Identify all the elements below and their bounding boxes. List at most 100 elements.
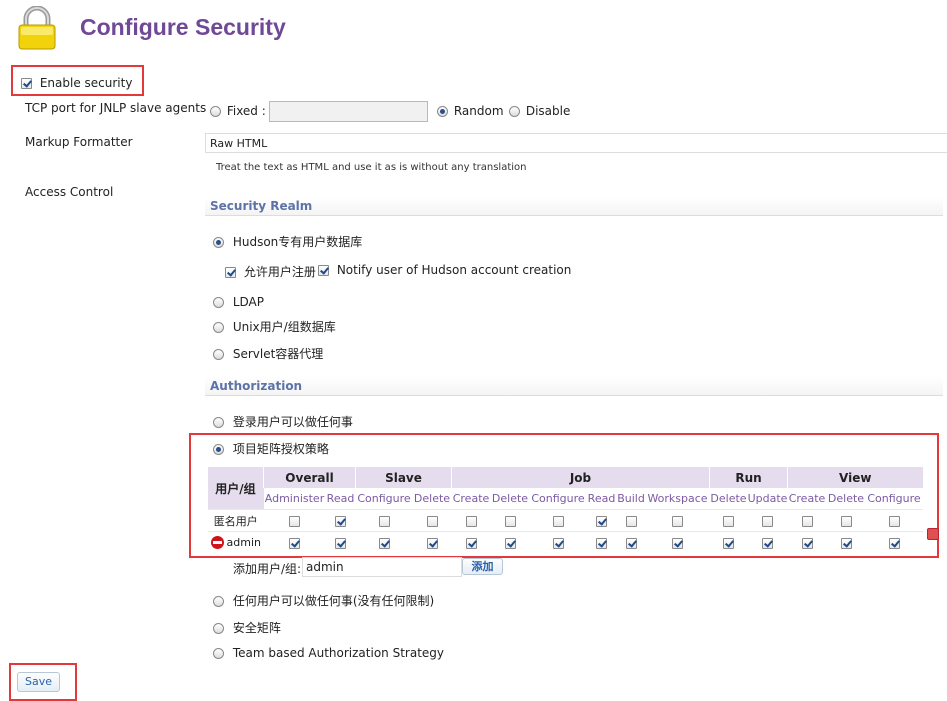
markup-formatter-description: Treat the text as HTML and use it as is … [216,162,527,173]
realm-servlet-label: Servlet容器代理 [232,347,324,361]
permission-cell [865,531,923,553]
permission-checkbox[interactable] [888,515,900,527]
permission-checkbox[interactable] [378,515,390,527]
tcp-disable-radio[interactable] [509,106,520,117]
enable-security-checkbox[interactable] [21,78,32,89]
save-button[interactable]: Save [17,672,60,692]
auth-security-matrix-radio[interactable] [213,623,224,634]
realm-servlet-radio[interactable] [213,349,224,360]
notify-user-checkbox[interactable] [318,265,329,276]
permission-checkbox[interactable] [888,537,900,549]
notify-user-option[interactable]: Notify user of Hudson account creation [318,263,571,277]
auth-option-logged-in[interactable]: 登录用户可以做任何事 [213,413,353,430]
allow-signup-option[interactable]: 允许用户注册 [225,263,316,280]
tcp-port-label: TCP port for JNLP slave agents [25,101,207,115]
permission-cell [826,509,866,532]
permission-cell [709,531,748,553]
realm-ldap-radio[interactable] [213,297,224,308]
group-overall: Overall [263,467,356,488]
permission-cell [451,509,491,532]
tcp-random-radio[interactable] [437,106,448,117]
realm-unix-radio[interactable] [213,322,224,333]
permission-checkbox[interactable] [465,515,477,527]
permission-checkbox[interactable] [465,537,477,549]
perm-header: Read [325,488,356,510]
auth-team-based-radio[interactable] [213,648,224,659]
matrix-row-name: 匿名用户 [208,509,264,532]
permission-cell [412,531,452,553]
realm-option-unix[interactable]: Unix用户/组数据库 [213,318,336,335]
realm-option-ldap[interactable]: LDAP [213,295,264,309]
auth-option-anyone[interactable]: 任何用户可以做任何事(没有任何限制) [213,592,434,609]
realm-option-servlet[interactable]: Servlet容器代理 [213,345,323,362]
auth-option-team-based[interactable]: Team based Authorization Strategy [213,646,444,660]
permission-checkbox[interactable] [426,537,438,549]
delete-row-icon[interactable] [927,528,939,540]
permission-cell [325,531,356,553]
permission-checkbox[interactable] [378,537,390,549]
permission-checkbox[interactable] [335,515,346,527]
matrix-row-admin-cell: admin [208,531,264,553]
permission-checkbox[interactable] [504,515,516,527]
permission-checkbox[interactable] [596,515,607,527]
permission-checkbox[interactable] [596,537,607,549]
permission-checkbox[interactable] [762,515,773,527]
perm-header: Delete [826,488,866,510]
perm-header: Delete [412,488,452,510]
auth-project-matrix-radio[interactable] [213,444,224,455]
auth-option-security-matrix[interactable]: 安全矩阵 [213,619,281,636]
permission-checkbox[interactable] [762,537,773,549]
tcp-random-option[interactable]: Random [437,104,504,118]
permission-checkbox[interactable] [426,515,438,527]
permission-checkbox[interactable] [801,537,813,549]
tcp-fixed-radio[interactable] [210,106,221,117]
realm-option-hudson[interactable]: Hudson专有用户数据库 [213,233,362,250]
permission-checkbox[interactable] [840,515,852,527]
page-title: Configure Security [80,14,286,40]
auth-anyone-radio[interactable] [213,596,224,607]
perm-header: Read [586,488,617,510]
auth-team-based-label: Team based Authorization Strategy [232,646,444,660]
auth-logged-in-label: 登录用户可以做任何事 [232,415,353,429]
tcp-fixed-option[interactable]: Fixed : [210,104,266,118]
tcp-disable-option[interactable]: Disable [509,104,570,118]
realm-hudson-radio[interactable] [213,237,224,248]
permission-checkbox[interactable] [723,515,734,527]
permission-checkbox[interactable] [335,537,346,549]
perm-header: Delete [709,488,748,510]
permission-cell [490,531,530,553]
permission-checkbox[interactable] [672,515,683,527]
perm-header: Configure [529,488,587,510]
remove-user-icon[interactable] [210,536,224,550]
permission-cell [451,531,491,553]
permission-cell [263,509,326,532]
permission-cell [586,509,617,532]
permission-checkbox[interactable] [552,515,564,527]
permission-checkbox[interactable] [504,537,516,549]
add-user-group-button[interactable]: 添加 [462,558,503,575]
permission-checkbox[interactable] [625,515,637,527]
tcp-fixed-port-input[interactable] [269,101,428,122]
perm-header: Workspace [645,488,710,510]
markup-formatter-value: Raw HTML [210,137,268,150]
permission-checkbox[interactable] [672,537,683,549]
markup-formatter-select[interactable]: Raw HTML [205,133,947,153]
permission-checkbox[interactable] [801,515,813,527]
permission-checkbox[interactable] [625,537,637,549]
permission-cell [747,531,788,553]
enable-security-label: Enable security [39,76,133,90]
authorization-heading: Authorization [205,377,943,396]
permission-checkbox[interactable] [289,537,300,549]
permission-checkbox[interactable] [840,537,852,549]
permission-checkbox[interactable] [552,537,564,549]
auth-option-project-matrix[interactable]: 项目矩阵授权策略 [213,440,329,457]
permission-checkbox[interactable] [289,515,300,527]
add-user-group-label: 添加用户/组: [233,562,302,576]
add-user-group-input[interactable]: admin [302,557,462,577]
permission-cell [529,509,587,532]
allow-signup-checkbox[interactable] [225,267,236,278]
tcp-random-label: Random [453,104,504,118]
markup-formatter-label: Markup Formatter [25,135,133,149]
auth-logged-in-radio[interactable] [213,417,224,428]
permission-checkbox[interactable] [723,537,734,549]
